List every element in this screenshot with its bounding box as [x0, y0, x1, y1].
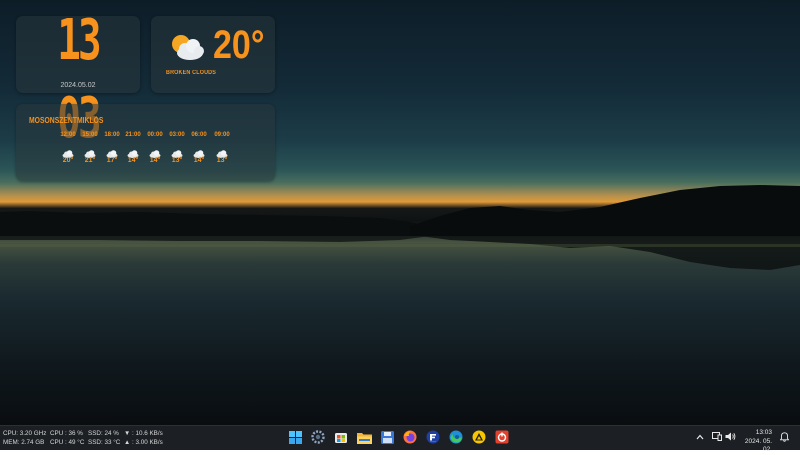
stats-cpu: CPU : 36 % CPU : 49 °C	[50, 429, 84, 447]
forecast-temp: 21°	[84, 157, 96, 164]
edge-app[interactable]	[447, 429, 465, 447]
folder-icon	[356, 429, 372, 448]
forecast-hour: 18:00 17°	[101, 132, 123, 164]
cpu-load: CPU : 36 %	[50, 430, 83, 437]
f-app[interactable]	[424, 429, 442, 447]
stats-cpu-mem: CPU: 3.20 GHz MEM: 2.74 GB	[3, 429, 46, 447]
partly-cloudy-icon	[168, 32, 208, 66]
forecast-temp: 14°	[149, 157, 161, 164]
red-app[interactable]	[493, 429, 511, 447]
forecast-hour: 12:00 20°	[57, 132, 79, 164]
forecast-widget[interactable]: MOSONSZENTMIKLÓS 12:00 20° 15:00 21° 18:…	[16, 104, 275, 181]
volume-icon[interactable]	[725, 432, 736, 443]
weather-condition: BROKEN CLOUDS	[166, 70, 217, 76]
forecast-city: MOSONSZENTMIKLÓS	[29, 116, 104, 125]
network-icon[interactable]	[712, 432, 722, 443]
weather-widget[interactable]: 20° BROKEN CLOUDS	[151, 16, 275, 93]
stats-network: ▼ : 10.6 KB/s ▲ : 3.00 KB/s	[124, 429, 163, 447]
forecast-temp: 20°	[62, 157, 74, 164]
store-app[interactable]	[332, 429, 350, 447]
cloud-icon	[144, 143, 166, 158]
upload-speed: ▲ : 3.00 KB/s	[124, 439, 163, 446]
forecast-hour: 15:00 21°	[79, 132, 101, 164]
forecast-temp: 14°	[193, 157, 205, 164]
taskbar-apps	[286, 429, 511, 447]
clock-date: 2024.05.02	[60, 82, 96, 89]
save-app[interactable]	[378, 429, 396, 447]
cloud-icon	[101, 143, 123, 158]
stats-ssd: SSD: 24 % SSD: 33 °C	[88, 429, 120, 447]
forecast-hour: 06:00 14°	[188, 132, 210, 164]
floppy-icon	[380, 429, 394, 448]
forecast-temp: 17°	[106, 157, 118, 164]
forecast-temp: 13°	[216, 157, 228, 164]
ssd-temperature: SSD: 33 °C	[88, 439, 121, 446]
cpu-frequency: CPU: 3.20 GHz	[3, 430, 47, 437]
clock-widget[interactable]: 13 03 2024.05.02	[16, 8, 140, 151]
forecast-time: 18:00	[104, 132, 120, 138]
taskbar-date: 2024. 05. 02.	[744, 437, 772, 454]
forecast-time: 00:00	[147, 132, 163, 138]
file-explorer-app[interactable]	[355, 429, 373, 447]
memory-usage: MEM: 2.74 GB	[3, 439, 45, 446]
forecast-temp: 14°	[127, 157, 139, 164]
download-speed: ▼ : 10.6 KB/s	[124, 430, 163, 437]
yellow-app[interactable]	[470, 429, 488, 447]
forecast-time: 03:00	[169, 132, 185, 138]
taskbar-time: 13:03	[755, 429, 772, 436]
settings-app[interactable]	[309, 429, 327, 447]
forecast-time: 12:00	[60, 132, 76, 138]
start-button[interactable]	[286, 429, 304, 447]
edge-icon	[449, 429, 463, 448]
notification-bell-icon[interactable]	[779, 432, 790, 444]
ssd-load: SSD: 24 %	[88, 430, 119, 437]
cloud-icon	[57, 143, 79, 158]
taskbar-clock[interactable]: 13:03 2024. 05. 02.	[740, 429, 772, 455]
taskbar: CPU: 3.20 GHz MEM: 2.74 GB CPU : 36 % CP…	[0, 425, 800, 453]
cloud-icon	[188, 143, 210, 158]
cloud-icon	[122, 143, 144, 158]
forecast-time: 21:00	[125, 132, 141, 138]
current-temperature: 20°	[213, 23, 265, 67]
forecast-time: 06:00	[191, 132, 207, 138]
yellow-triangle-icon	[472, 429, 486, 448]
firefox-icon	[403, 429, 417, 448]
forecast-temp: 13°	[171, 157, 183, 164]
store-icon	[334, 429, 348, 448]
forecast-hour: 21:00 14°	[122, 132, 144, 164]
cloud-icon	[79, 143, 101, 158]
forecast-hour: 03:00 13°	[166, 132, 188, 164]
chevron-up-icon[interactable]	[696, 432, 704, 442]
forecast-time: 09:00	[214, 132, 230, 138]
firefox-app[interactable]	[401, 429, 419, 447]
forecast-time: 15:00	[82, 132, 98, 138]
forecast-hour: 09:00 13°	[211, 132, 233, 164]
cpu-temperature: CPU : 49 °C	[50, 439, 85, 446]
forecast-hour: 00:00 14°	[144, 132, 166, 164]
cloud-icon	[166, 143, 188, 158]
gear-icon	[311, 429, 325, 448]
windows-icon	[288, 429, 302, 448]
red-power-icon	[495, 429, 509, 448]
cloud-icon	[211, 143, 233, 158]
f-logo-icon	[426, 429, 440, 448]
